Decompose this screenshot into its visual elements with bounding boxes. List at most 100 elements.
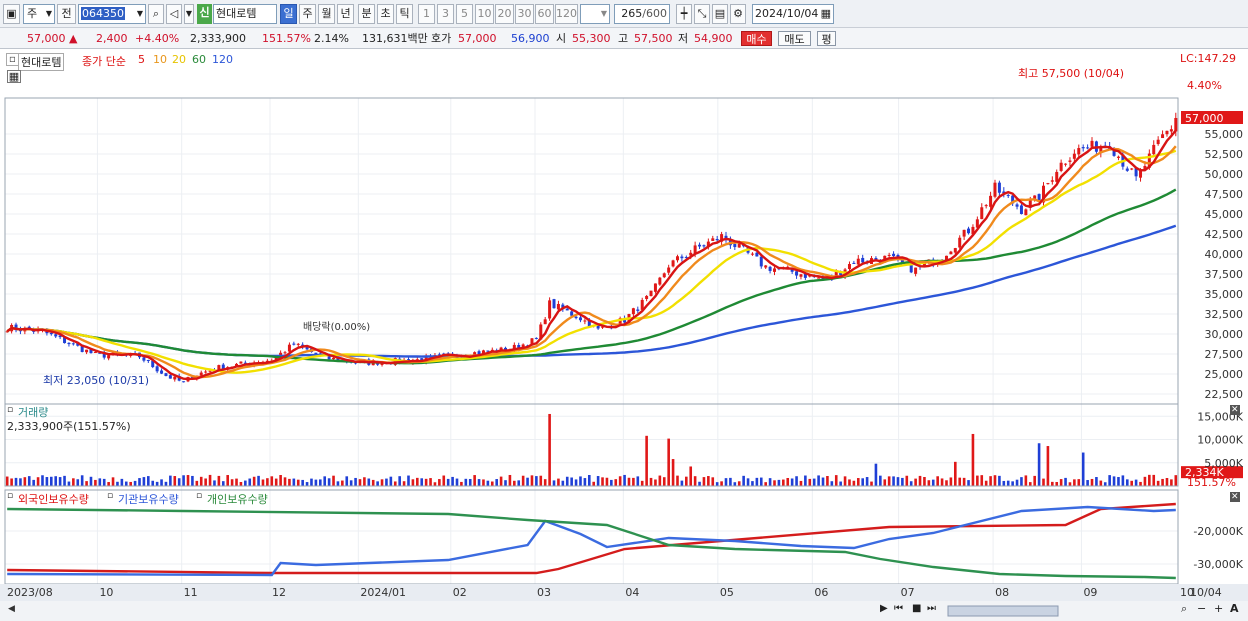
candle-body: [649, 290, 653, 297]
volume-bar: [539, 475, 543, 486]
holdings-tick-label: -20,000K: [1193, 525, 1243, 538]
candle-body: [675, 256, 679, 261]
interval-10[interactable]: 10: [475, 4, 494, 24]
calendar-icon[interactable]: ▦: [821, 5, 831, 23]
volume-bar: [5, 476, 9, 486]
grid-toggle-icon[interactable]: ▦: [7, 70, 21, 83]
stock-name-field[interactable]: 현대로템: [213, 4, 277, 24]
candle-body: [534, 337, 538, 339]
volume-bar: [808, 478, 812, 486]
candle-body: [715, 239, 719, 241]
candle-body: [852, 262, 856, 264]
search-icon[interactable]: ⌕: [148, 4, 164, 24]
volume-bar: [759, 477, 763, 486]
zoom-in-icon[interactable]: +: [1214, 602, 1223, 615]
volume-bar: [41, 475, 44, 486]
volume-bar: [693, 476, 697, 486]
candle-body: [631, 308, 635, 315]
count-field[interactable]: 265/600: [614, 4, 670, 24]
scroll-right-icon[interactable]: ▶: [880, 603, 888, 614]
tab-second[interactable]: 초: [377, 4, 394, 24]
volume-bar: [817, 475, 820, 486]
stock-chart[interactable]: 55,000 52,500 50,000 47,500 45,000 42,500 40,0…: [0, 49, 1248, 621]
volume-bar: [1143, 476, 1147, 486]
speaker-dropdown-icon[interactable]: ▼: [184, 4, 194, 24]
candle-body: [71, 343, 75, 345]
gear-icon[interactable]: ⚙: [730, 4, 746, 24]
high-annotation: 최고 57,500 (10/04): [1018, 67, 1125, 80]
tab-week[interactable]: 주: [299, 4, 316, 24]
candle-body: [658, 277, 662, 285]
stop-icon[interactable]: ■: [912, 603, 921, 614]
volume-bar: [543, 479, 547, 486]
buy-button[interactable]: 매수: [741, 31, 772, 46]
speaker-icon[interactable]: ◁: [166, 4, 182, 24]
eval-button[interactable]: 평: [817, 31, 836, 46]
interval-30[interactable]: 30: [515, 4, 534, 24]
tab-day[interactable]: 일: [280, 4, 297, 24]
volume-bar: [111, 477, 115, 486]
volume-bar: [861, 478, 865, 486]
sell-button[interactable]: 매도: [778, 31, 811, 46]
holdings-close-icon[interactable]: ✕: [1230, 492, 1240, 502]
volume-bar: [856, 478, 860, 486]
scroll-last-icon[interactable]: ⏭: [927, 603, 936, 614]
interval-120[interactable]: 120: [555, 4, 578, 24]
chart-background: [0, 49, 1248, 621]
tab-tick[interactable]: 틱: [396, 4, 413, 24]
interval-5[interactable]: 5: [456, 4, 473, 24]
volume-bar: [742, 475, 745, 486]
volume-close-icon[interactable]: ✕: [1230, 405, 1240, 415]
volume-bar: [407, 475, 410, 486]
candle-body: [296, 343, 300, 345]
scroll-left-icon[interactable]: ◀: [8, 604, 15, 614]
candle-type-icon[interactable]: ┿: [676, 4, 692, 24]
date-field[interactable]: 2024/10/04 ▦: [752, 4, 834, 24]
volume-bar: [217, 475, 221, 486]
candle-body: [1064, 163, 1068, 165]
interval-custom-select[interactable]: ▼: [580, 4, 610, 24]
interval-1[interactable]: 1: [418, 4, 435, 24]
candle-body: [155, 366, 159, 372]
volume-bar: [733, 482, 737, 486]
draw-tool-icon[interactable]: ⤡: [694, 4, 710, 24]
interval-3[interactable]: 3: [437, 4, 454, 24]
candle-body: [1046, 183, 1050, 185]
volume-bar: [460, 481, 463, 486]
volume-bar: [962, 477, 966, 486]
volume-bar: [1059, 479, 1063, 486]
candle-body: [1174, 118, 1178, 132]
candle-body: [795, 271, 799, 276]
volume-bar: [393, 481, 397, 486]
interval-60[interactable]: 60: [535, 4, 554, 24]
tab-year[interactable]: 년: [337, 4, 354, 24]
candle-body: [146, 360, 150, 362]
candle-body: [764, 265, 768, 268]
zoom-out-icon[interactable]: −: [1197, 602, 1206, 615]
font-size-icon[interactable]: A: [1230, 602, 1239, 615]
volume-bar: [1125, 479, 1129, 486]
interval-20[interactable]: 20: [495, 4, 514, 24]
tab-minute[interactable]: 분: [358, 4, 375, 24]
chart-menu-icon[interactable]: ▣: [3, 4, 20, 24]
volume-bar: [424, 478, 428, 486]
toolbar: ▣ 주 ▼ 전 064350 ▼ ⌕ ◁ ▼ 신 현대로템 일 주 월 년 분 초 …: [0, 0, 1248, 28]
volume-bar: [557, 478, 560, 486]
save-icon[interactable]: ▤: [712, 4, 728, 24]
zoom-icon[interactable]: ⌕: [1181, 602, 1187, 616]
volume-bar: [164, 481, 168, 486]
date-tick-label: 03: [537, 586, 551, 599]
price-tick-label: 25,000: [1205, 368, 1244, 381]
quote-bar: 57,000 ▲ 2,400 +4.40% 2,333,900 151.57% …: [0, 28, 1248, 49]
tab-month[interactable]: 월: [318, 4, 335, 24]
stock-code-input[interactable]: 064350 ▼: [78, 4, 146, 24]
volume-bar: [852, 480, 856, 486]
prev-button[interactable]: 전: [57, 4, 76, 24]
volume-bar: [976, 475, 979, 486]
legend-stock-name[interactable]: 현대로템: [18, 53, 65, 71]
candle-body: [667, 267, 671, 273]
candle-body: [1169, 129, 1173, 132]
market-select[interactable]: 주 ▼: [23, 4, 55, 24]
scroll-first-icon[interactable]: ⏮: [894, 603, 903, 614]
volume-bar: [499, 476, 503, 486]
